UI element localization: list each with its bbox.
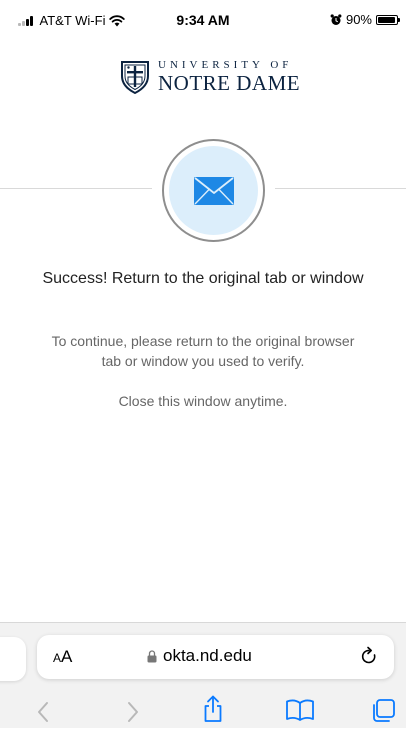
browser-bottom-bar: AA okta.nd.edu — [0, 622, 406, 728]
lock-icon — [147, 649, 157, 662]
previous-tab-peek[interactable] — [0, 637, 26, 681]
chevron-left-icon — [38, 702, 48, 722]
divider-right — [275, 188, 406, 189]
back-button[interactable] — [36, 701, 50, 728]
logo-line-1: UNIVERSITY OF — [158, 59, 293, 71]
reload-button[interactable] — [360, 646, 378, 671]
success-title: Success! Return to the original tab or w… — [42, 270, 364, 287]
shield-icon — [121, 61, 149, 94]
reader-label-large: A — [61, 647, 73, 666]
chevron-right-icon — [128, 702, 138, 722]
share-icon — [204, 695, 222, 722]
book-icon — [286, 699, 314, 721]
status-bar: AT&T Wi-Fi 9:34 AM 90% — [0, 0, 406, 44]
email-icon-badge — [162, 139, 265, 242]
email-icon-background — [169, 146, 258, 235]
tabs-button[interactable] — [370, 698, 396, 729]
reader-label-small: A — [53, 651, 62, 665]
url-text: okta.nd.edu — [163, 646, 252, 665]
share-button[interactable] — [202, 695, 224, 728]
divider-left — [0, 188, 152, 189]
logo-text: UNIVERSITY OF NOTRE DAME — [158, 60, 300, 94]
status-right: 90% — [330, 12, 400, 27]
instructions-text: To continue, please return to the origin… — [51, 333, 355, 369]
battery-icon — [376, 14, 400, 25]
logo-line-2: NOTRE DAME — [158, 71, 301, 95]
tabs-icon — [373, 699, 395, 722]
reader-options-button[interactable]: AA — [53, 647, 72, 667]
alarm-icon — [330, 13, 342, 25]
url-display[interactable]: okta.nd.edu — [147, 646, 252, 666]
close-note: Close this window anytime. — [118, 393, 288, 409]
reload-icon — [361, 646, 376, 664]
forward-button[interactable] — [126, 701, 140, 728]
address-bar[interactable]: AA okta.nd.edu — [37, 635, 394, 679]
university-logo: UNIVERSITY OF NOTRE DAME — [120, 60, 300, 94]
battery-percent: 90% — [345, 12, 372, 27]
envelope-icon — [193, 176, 234, 205]
bookmarks-button[interactable] — [285, 698, 315, 727]
